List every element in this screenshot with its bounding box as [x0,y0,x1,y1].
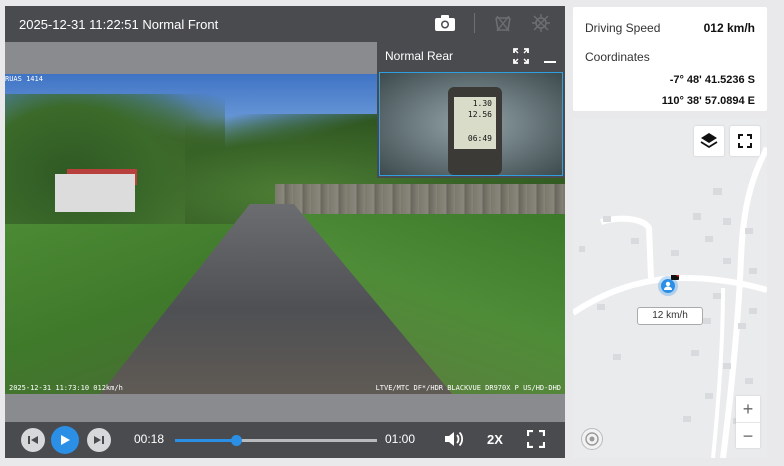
zoom-out-button[interactable]: − [736,422,760,448]
prev-frame-button[interactable] [21,428,45,452]
rear-toolbar [513,48,557,69]
player-title: 2025-12-31 11:22:51 Normal Front [19,16,219,32]
coords-label: Coordinates [585,50,650,64]
video-house [55,174,135,212]
minimize-icon[interactable] [543,48,557,69]
player-header: 2025-12-31 11:22:51 Normal Front [5,6,565,42]
volume-icon[interactable] [443,429,465,454]
zoom-control: + − [736,396,760,448]
layers-icon [700,133,718,149]
osd-device-info: LTVE/MTC DF*/HDR BLACKVUE DR970X P US/HD… [375,384,561,392]
osd-timestamp: 2025-12-31 11:73:10 012km/h [9,384,123,392]
progress-fill [175,439,236,442]
info-card: Driving Speed 012 km/h Coordinates -7° 4… [573,7,767,111]
next-frame-icon [94,436,104,444]
progress-bar[interactable] [175,435,377,446]
duration-time: 01:00 [385,432,416,446]
gps-screen: 1.30 12.56 06:49 [454,97,496,149]
playback-speed[interactable]: 2X [487,432,503,447]
layers-button[interactable] [694,126,724,156]
current-time: 00:18 [134,432,165,446]
rear-title: Normal Rear [385,49,454,63]
rear-video-panel: Normal Rear 1.30 12.56 06:49 [377,42,565,178]
playback-controls: 00:18 01:00 2X [5,422,565,458]
zoom-in-button[interactable]: + [736,396,760,422]
next-frame-button[interactable] [87,428,111,452]
player-toolbar [434,13,551,33]
map[interactable]: 12 km/h + − [573,118,767,458]
rear-header: Normal Rear [377,42,565,70]
gps-off-icon[interactable] [531,13,551,33]
longitude: 110° 38' 57.0894 E [661,95,755,107]
prev-frame-icon [28,436,38,444]
toolbar-divider [474,13,475,33]
play-button[interactable] [51,426,79,454]
progress-knob[interactable] [230,435,242,446]
play-icon [61,435,70,445]
map-fullscreen-button[interactable] [730,126,760,156]
rear-video-frame[interactable]: 1.30 12.56 06:49 [379,72,563,176]
gps-line: 06:49 [467,134,492,143]
speed-row: Driving Speed 012 km/h [585,21,755,35]
download-disabled-icon[interactable] [493,13,513,33]
expand-icon[interactable] [513,48,529,69]
latitude: -7° 48' 41.5236 S [669,74,755,86]
gps-device: 1.30 12.56 06:49 [448,87,502,175]
speed-label: Driving Speed [585,21,661,35]
osd-top-left: RUAS 1414 [5,75,43,83]
map-fullscreen-icon [738,134,752,148]
gps-line: 1.30 [472,99,492,108]
speed-value: 012 km/h [703,21,755,35]
vehicle-marker-icon[interactable] [657,275,679,297]
camera-icon[interactable] [434,14,456,32]
map-speed-tag: 12 km/h [637,307,703,325]
map-logo-icon [581,428,603,450]
gps-line: 12.56 [467,110,492,119]
fullscreen-icon[interactable] [526,429,546,453]
dashcam-viewer: 2025-12-31 11:22:51 Normal Front RUAS 14… [0,0,784,466]
video-player: 2025-12-31 11:22:51 Normal Front RUAS 14… [5,6,565,458]
